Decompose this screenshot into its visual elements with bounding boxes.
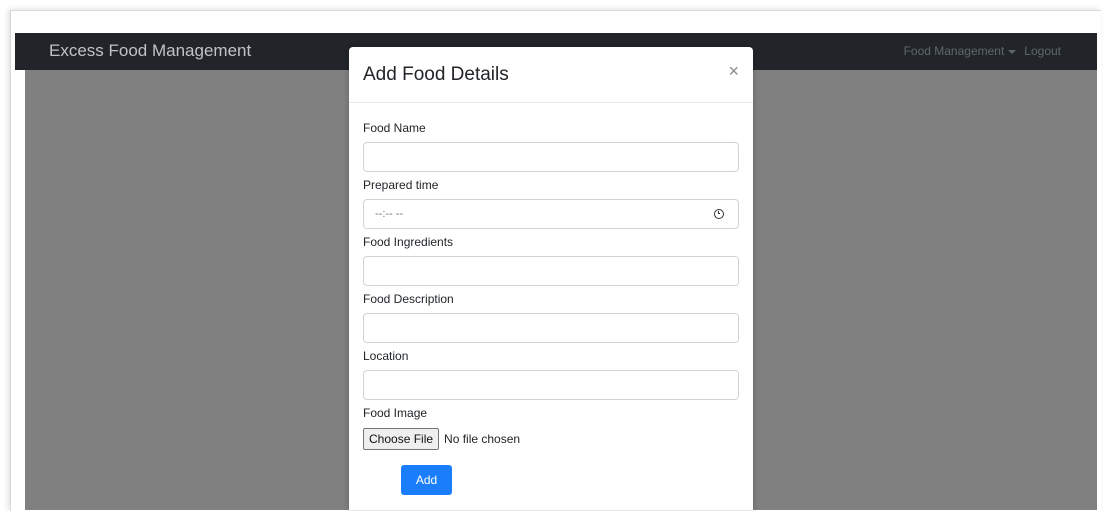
food-description-input[interactable] [363,313,739,343]
food-name-input[interactable] [363,142,739,172]
clock-icon[interactable] [714,209,724,219]
prepared-time-label: Prepared time [363,178,439,192]
food-image-picker: Choose File No file chosen [363,428,520,450]
navbar-brand[interactable]: Excess Food Management [49,41,251,61]
food-description-label: Food Description [363,292,454,306]
food-management-label: Food Management [903,44,1005,58]
prepared-time-input[interactable]: --:-- -- [363,199,739,229]
navbar-links: Food Management Logout [904,44,1061,58]
caret-down-icon [1008,49,1017,54]
food-ingredients-input[interactable] [363,256,739,286]
logout-link[interactable]: Logout [1024,44,1061,58]
file-status: No file chosen [444,432,521,446]
add-food-modal: Add Food Details × Food Name Prepared ti… [349,47,753,510]
food-ingredients-label: Food Ingredients [363,235,454,249]
choose-file-button[interactable]: Choose File [363,428,440,450]
prepared-time-value: --:-- -- [375,208,404,220]
location-label: Location [363,349,409,363]
location-input[interactable] [363,370,739,400]
food-name-label: Food Name [363,121,426,135]
modal-title: Add Food Details [363,64,509,85]
modal-header: Add Food Details × [349,47,753,103]
add-button[interactable]: Add [401,465,452,495]
close-icon[interactable]: × [728,61,739,82]
food-image-label: Food Image [363,406,428,420]
food-management-dropdown[interactable]: Food Management [904,44,1017,58]
